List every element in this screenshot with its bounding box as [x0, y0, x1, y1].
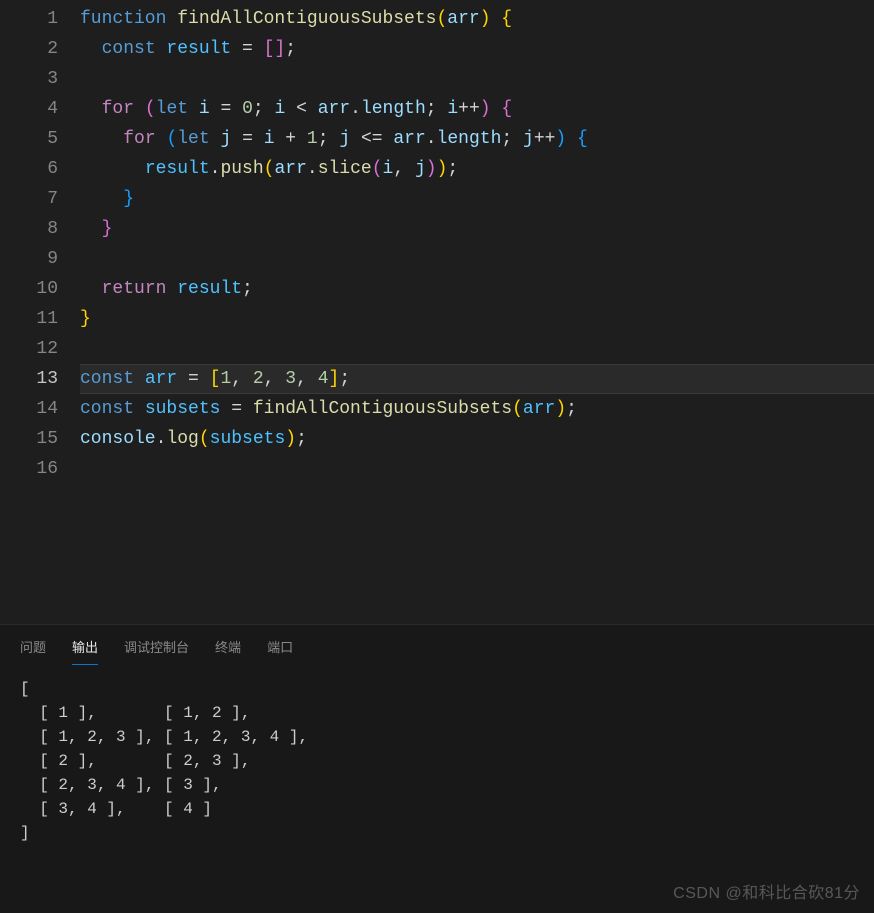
code-line[interactable]: result.push(arr.slice(i, j));	[80, 154, 874, 184]
code-editor[interactable]: 12345678910111213141516 function findAll…	[0, 0, 874, 624]
code-line[interactable]: function findAllContiguousSubsets(arr) {	[80, 4, 874, 34]
line-number: 8	[0, 214, 80, 244]
panel-tab-ports[interactable]: 端口	[267, 637, 293, 665]
line-number: 2	[0, 34, 80, 64]
line-number: 6	[0, 154, 80, 184]
panel-tab-output[interactable]: 输出	[72, 637, 98, 665]
line-number: 10	[0, 274, 80, 304]
line-number: 1	[0, 4, 80, 34]
code-line[interactable]: const arr = [1, 2, 3, 4];	[80, 364, 874, 394]
code-line[interactable]	[80, 454, 874, 484]
line-number: 11	[0, 304, 80, 334]
code-line[interactable]: }	[80, 304, 874, 334]
code-line[interactable]: console.log(subsets);	[80, 424, 874, 454]
line-number: 9	[0, 244, 80, 274]
output-content[interactable]: [ [ 1 ], [ 1, 2 ], [ 1, 2, 3 ], [ 1, 2, …	[0, 665, 874, 845]
line-number: 7	[0, 184, 80, 214]
panel-tab-problems[interactable]: 问题	[20, 637, 46, 665]
panel-tab-terminal[interactable]: 终端	[215, 637, 241, 665]
code-line[interactable]	[80, 334, 874, 364]
panel-tab-debug[interactable]: 调试控制台	[124, 637, 189, 665]
bottom-panel: 问题输出调试控制台终端端口 [ [ 1 ], [ 1, 2 ], [ 1, 2,…	[0, 624, 874, 913]
line-number: 4	[0, 94, 80, 124]
line-number: 5	[0, 124, 80, 154]
line-number: 15	[0, 424, 80, 454]
line-number: 13	[0, 364, 80, 394]
code-line[interactable]: }	[80, 214, 874, 244]
code-line[interactable]	[80, 64, 874, 94]
code-line[interactable]: for (let j = i + 1; j <= arr.length; j++…	[80, 124, 874, 154]
code-line[interactable]: const result = [];	[80, 34, 874, 64]
code-line[interactable]	[80, 244, 874, 274]
code-line[interactable]: return result;	[80, 274, 874, 304]
code-line[interactable]: }	[80, 184, 874, 214]
line-number: 12	[0, 334, 80, 364]
line-number: 14	[0, 394, 80, 424]
line-number-gutter: 12345678910111213141516	[0, 0, 80, 624]
code-area[interactable]: function findAllContiguousSubsets(arr) {…	[80, 0, 874, 624]
panel-tabs: 问题输出调试控制台终端端口	[0, 625, 874, 665]
line-number: 16	[0, 454, 80, 484]
code-line[interactable]: const subsets = findAllContiguousSubsets…	[80, 394, 874, 424]
code-line[interactable]: for (let i = 0; i < arr.length; i++) {	[80, 94, 874, 124]
line-number: 3	[0, 64, 80, 94]
